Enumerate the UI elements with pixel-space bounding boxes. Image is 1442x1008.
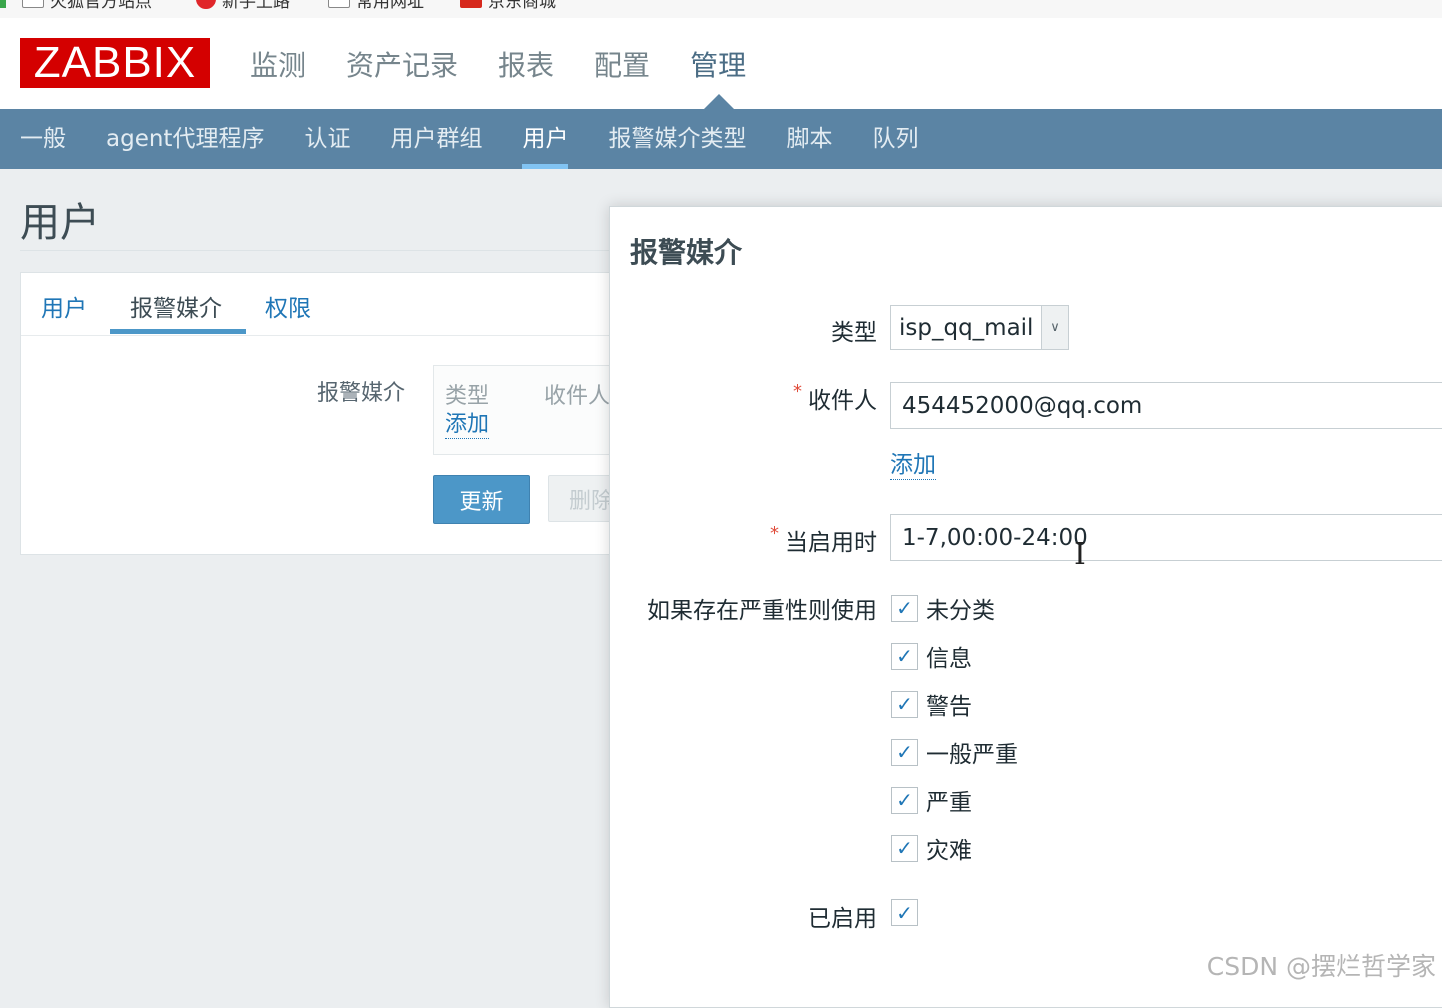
period-label-text: 当启用时 [785, 530, 877, 556]
bookmark-label: 火狐官方站点 [50, 0, 152, 12]
sendto-label: * 收件人 [793, 381, 877, 415]
top-header: ZABBIX 监测 资产记录 报表 配置 管理 [0, 18, 1442, 109]
required-marker: * [793, 381, 802, 402]
subnav-users[interactable]: 用户 [522, 109, 569, 169]
tab-permissions[interactable]: 权限 [265, 289, 311, 323]
user-form-panel: 用户 报警媒介 权限 报警媒介 类型 收件人 添加 更新 删除 [20, 272, 635, 555]
nav-monitoring[interactable]: 监测 [250, 44, 306, 84]
sub-nav: 一般 agent代理程序 认证 用户群组 用户 报警媒介类型 脚本 队列 [0, 109, 1442, 169]
active-nav-caret [704, 94, 734, 109]
type-label: 类型 [831, 313, 877, 347]
bookmark-label: 常用网址 [356, 0, 424, 12]
severity-option-label: 信息 [926, 646, 972, 672]
nav-reports[interactable]: 报表 [498, 44, 554, 84]
checkbox-checked-icon[interactable]: ✓ [891, 690, 918, 718]
media-col-sendto: 收件人 [544, 384, 611, 409]
sendto-add-link[interactable]: 添加 [890, 451, 936, 480]
sendto-input[interactable]: 454452000@qq.com [890, 382, 1442, 429]
active-tab-indicator [110, 329, 246, 334]
media-field-label: 报警媒介 [317, 381, 406, 406]
nav-inventory[interactable]: 资产记录 [346, 44, 458, 84]
type-select[interactable]: isp_qq_mail ∨ [890, 305, 1069, 350]
enabled-label-text: 已启用 [808, 906, 877, 932]
bookmark-label: 京东商城 [488, 0, 556, 12]
period-label: * 当启用时 [770, 523, 877, 557]
subnav-user-groups[interactable]: 用户群组 [390, 109, 482, 169]
subnav-authentication[interactable]: 认证 [304, 109, 350, 169]
page-title: 用户 [20, 200, 100, 246]
checkbox-checked-icon[interactable]: ✓ [891, 786, 918, 814]
media-table: 类型 收件人 添加 [433, 365, 635, 455]
sendto-label-text: 收件人 [808, 388, 877, 414]
subnav-media-types[interactable]: 报警媒介类型 [608, 109, 746, 169]
media-dialog: 报警媒介 类型 isp_qq_mail ∨ * 收件人 454452000@qq.… [609, 206, 1442, 1008]
checkbox-checked-icon[interactable]: ✓ [891, 834, 918, 862]
page-loading-indicator [0, 0, 6, 8]
severity-option-label: 未分类 [926, 598, 995, 624]
checkbox-checked-icon[interactable]: ✓ [891, 642, 918, 670]
type-label-text: 类型 [831, 320, 877, 346]
period-input[interactable]: 1-7,00:00-24:00 [890, 514, 1442, 561]
dialog-title: 报警媒介 [630, 236, 743, 269]
period-input-value: 1-7,00:00-24:00 [902, 524, 1088, 551]
form-tabs: 用户 报警媒介 权限 [21, 273, 621, 336]
folder-icon [328, 0, 350, 8]
required-marker: * [770, 523, 779, 544]
severity-not-classified[interactable]: ✓ 未分类 [891, 591, 995, 625]
subnav-queue[interactable]: 队列 [872, 109, 918, 169]
severity-disaster[interactable]: ✓ 灾难 [891, 831, 972, 865]
tab-media[interactable]: 报警媒介 [130, 289, 222, 323]
bookmark-item[interactable]: 常用网址 [328, 0, 424, 12]
text-cursor-icon: I [1074, 537, 1086, 572]
checkbox-checked-icon[interactable]: ✓ [891, 899, 918, 926]
update-button[interactable]: 更新 [433, 475, 530, 524]
bookmarks-bar: 火狐官方站点 新手上路 常用网址 京东商城 [0, 0, 1442, 19]
severity-option-label: 灾难 [926, 838, 972, 864]
folder-icon [22, 0, 44, 8]
subnav-scripts[interactable]: 脚本 [786, 109, 832, 169]
nav-configuration[interactable]: 配置 [594, 44, 650, 84]
firefox-icon [196, 0, 216, 9]
main-nav: 监测 资产记录 报表 配置 管理 [250, 44, 746, 84]
csdn-watermark: CSDN @摆烂哲学家 [1206, 952, 1436, 981]
severity-option-label: 警告 [926, 694, 972, 720]
chevron-down-icon[interactable]: ∨ [1041, 305, 1069, 350]
bookmark-item[interactable]: 火狐官方站点 [22, 0, 152, 12]
bookmark-item[interactable]: 京东商城 [460, 0, 556, 12]
jd-icon [460, 0, 482, 8]
subnav-general[interactable]: 一般 [20, 109, 66, 169]
checkbox-checked-icon[interactable]: ✓ [891, 738, 918, 766]
sendto-input-value: 454452000@qq.com [902, 392, 1143, 419]
severity-option-label: 一般严重 [926, 742, 1018, 768]
severity-label-text: 如果存在严重性则使用 [647, 598, 877, 624]
media-col-type: 类型 [445, 384, 490, 409]
nav-administration[interactable]: 管理 [690, 44, 746, 84]
bookmark-item[interactable]: 新手上路 [196, 0, 290, 12]
severity-average[interactable]: ✓ 一般严重 [891, 735, 1018, 769]
enabled-label: 已启用 [808, 899, 877, 933]
bookmark-label: 新手上路 [222, 0, 290, 12]
subnav-proxies[interactable]: agent代理程序 [106, 109, 264, 169]
zabbix-logo[interactable]: ZABBIX [20, 38, 210, 88]
severity-label: 如果存在严重性则使用 [647, 591, 877, 625]
type-select-value: isp_qq_mail [899, 314, 1034, 341]
enabled-checkbox-row[interactable]: ✓ [891, 899, 918, 926]
tab-user[interactable]: 用户 [41, 289, 87, 323]
severity-option-label: 严重 [926, 790, 972, 816]
title-divider [20, 250, 620, 251]
severity-high[interactable]: ✓ 严重 [891, 783, 972, 817]
checkbox-checked-icon[interactable]: ✓ [891, 594, 918, 622]
media-add-link[interactable]: 添加 [445, 412, 490, 439]
severity-warning[interactable]: ✓ 警告 [891, 687, 972, 721]
severity-information[interactable]: ✓ 信息 [891, 639, 972, 673]
